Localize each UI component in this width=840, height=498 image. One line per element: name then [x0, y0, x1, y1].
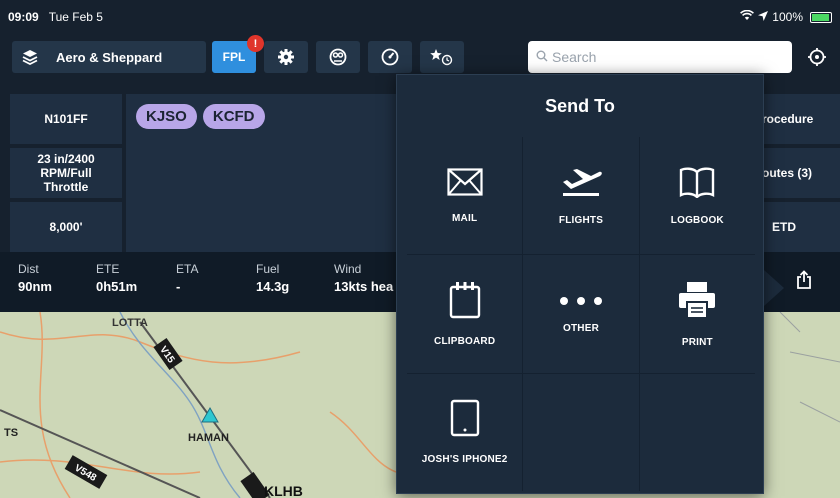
stat-value: - [176, 279, 181, 294]
status-date: Tue Feb 5 [48, 10, 103, 24]
aircraft-button[interactable]: N101FF [10, 94, 122, 144]
empty-tile [523, 373, 639, 491]
send-to-other[interactable]: OTHER [523, 255, 639, 373]
route-waypoints[interactable]: KJSO KCFD [126, 94, 416, 252]
map-label-lotta: LOTTA [112, 317, 148, 329]
stat-value: 14.3g [256, 279, 290, 294]
stat-value: 0h51m [96, 279, 138, 294]
tools-button[interactable] [316, 41, 360, 73]
send-to-flights[interactable]: FLIGHTS [523, 137, 639, 255]
locate-button[interactable] [800, 41, 834, 73]
send-to-popover: Send To MAIL FLIGHTS LOGBOOK CLIPBOARD O… [396, 74, 764, 494]
share-button[interactable] [794, 270, 814, 295]
battery-icon [810, 11, 832, 23]
stat-wind: Wind 13kts hea [334, 262, 393, 294]
stat-label: ETA [176, 262, 199, 276]
send-to-logbook[interactable]: LOGBOOK [639, 137, 755, 255]
stat-value: 13kts hea [334, 279, 394, 294]
map-label-klhb: KLHB [264, 483, 303, 498]
stat-ete: ETE 0h51m [96, 262, 137, 294]
tile-label: MAIL [452, 212, 478, 224]
send-to-device[interactable]: JOSH'S IPHONE2 [407, 373, 523, 491]
routes-label: outes (3) [762, 166, 813, 180]
share-icon [794, 270, 814, 294]
send-to-mail[interactable]: MAIL [407, 137, 523, 255]
power-setting-button[interactable]: 23 in/2400 RPM/Full Throttle [10, 148, 122, 198]
power-setting-label: 23 in/2400 RPM/Full Throttle [37, 152, 95, 194]
settings-button[interactable] [264, 41, 308, 73]
stat-distance: Dist 90nm [18, 262, 52, 294]
wifi-icon [740, 9, 755, 24]
etd-button[interactable]: ETD [760, 202, 840, 252]
status-bar: 09:09 Tue Feb 5 100% [0, 0, 840, 34]
tile-label: PRINT [681, 336, 713, 348]
more-dots-icon [559, 293, 603, 311]
waypoint-chip[interactable]: KJSO [136, 104, 197, 129]
layers-icon [22, 49, 38, 65]
status-right: 100% [740, 9, 832, 24]
tile-label: OTHER [562, 323, 599, 335]
map-label-ts: TS [4, 427, 18, 439]
tile-label: JOSH'S IPHONE2 [421, 454, 508, 466]
aircraft-tail-number: N101FF [44, 112, 88, 126]
gauge-icon [381, 48, 399, 66]
layers-button[interactable]: Aero & Sheppard [12, 41, 206, 73]
locate-icon [807, 47, 827, 67]
etd-label: ETD [772, 220, 796, 234]
scissors-icon [329, 48, 347, 66]
popover-title: Send To [545, 95, 615, 116]
search-placeholder: Search [552, 49, 597, 65]
stat-eta: ETA - [176, 262, 198, 294]
stat-value: 90nm [18, 279, 52, 294]
star-clock-icon [430, 48, 454, 66]
altitude-label: 8,000' [49, 220, 83, 234]
send-to-clipboard[interactable]: CLIPBOARD [407, 255, 523, 373]
empty-tile [639, 373, 755, 491]
map-label-haman: HAMAN [188, 432, 229, 444]
procedure-button[interactable]: rocedure [760, 94, 840, 144]
tile-label: CLIPBOARD [434, 335, 496, 347]
fpl-button[interactable]: FPL ! [212, 35, 264, 73]
mail-icon [447, 168, 483, 201]
altitude-button[interactable]: 8,000' [10, 202, 122, 252]
location-arrow-icon [758, 10, 769, 24]
fpl-label: FPL [222, 50, 246, 64]
gear-icon [277, 48, 295, 66]
book-icon [679, 166, 715, 203]
stat-fuel: Fuel 14.3g [256, 262, 289, 294]
popover-arrow [764, 270, 784, 306]
printer-icon [677, 280, 717, 325]
status-time: 09:09 [8, 10, 39, 24]
fpl-alert-badge: ! [247, 35, 264, 52]
instruments-button[interactable] [368, 41, 412, 73]
send-to-grid: MAIL FLIGHTS LOGBOOK CLIPBOARD OTHER PRI… [407, 137, 755, 491]
tile-label: FLIGHTS [558, 214, 604, 226]
battery-percent: 100% [772, 10, 803, 24]
search-input[interactable]: Search [528, 41, 792, 73]
procedure-label: rocedure [762, 112, 814, 126]
airplane-takeoff-icon [559, 166, 603, 203]
search-icon [536, 49, 548, 65]
stat-label: Wind [334, 262, 362, 276]
favorites-button[interactable] [420, 41, 464, 73]
clipboard-icon [449, 281, 481, 324]
layers-label: Aero & Sheppard [56, 49, 163, 65]
tablet-icon [450, 399, 480, 442]
send-to-print[interactable]: PRINT [639, 255, 755, 373]
tile-label: LOGBOOK [670, 214, 724, 226]
stat-label: Dist [18, 262, 39, 276]
waypoint-chip[interactable]: KCFD [202, 104, 265, 129]
stat-label: Fuel [256, 262, 280, 276]
stat-label: ETE [96, 262, 120, 276]
routes-button[interactable]: outes (3) [760, 148, 840, 198]
